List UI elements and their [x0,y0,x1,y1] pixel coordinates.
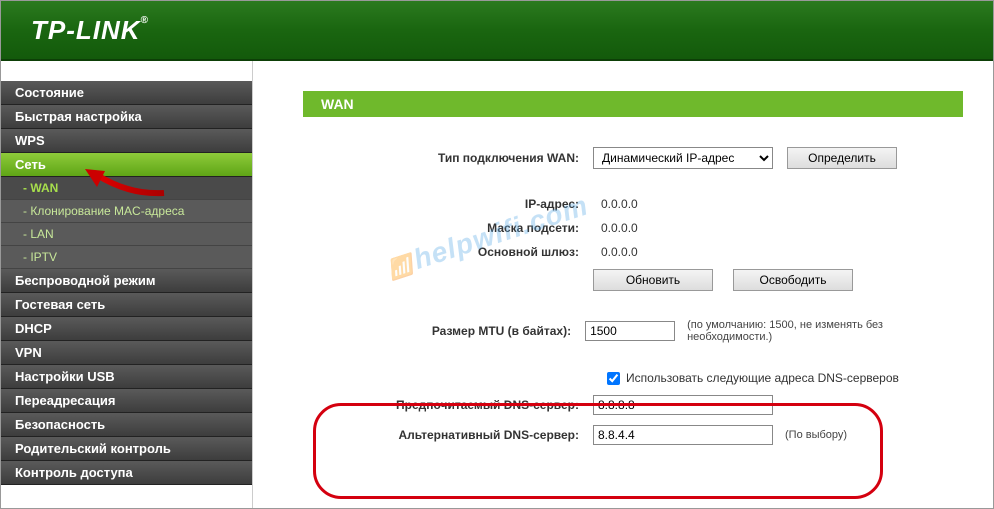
nav-wps[interactable]: WPS [1,129,252,153]
ip-value: 0.0.0.0 [593,197,638,211]
nav-sub-lan[interactable]: - LAN [1,223,252,246]
dns1-input[interactable] [593,395,773,415]
content-panel: WAN 📶helpwifi.com Тип подключения WAN: Д… [253,61,993,508]
use-dns-checkbox[interactable] [607,372,620,385]
nav-sub-wan[interactable]: - WAN [1,177,252,200]
panel-title: WAN [303,91,963,117]
nav-status[interactable]: Состояние [1,81,252,105]
ip-label: IP-адрес: [303,197,593,211]
nav-sub-mac-clone[interactable]: - Клонирование MAC-адреса [1,200,252,223]
annotation-highlight [313,403,883,499]
mask-value: 0.0.0.0 [593,221,638,235]
gw-value: 0.0.0.0 [593,245,638,259]
nav-parental[interactable]: Родительский контроль [1,437,252,461]
nav-forwarding[interactable]: Переадресация [1,389,252,413]
gw-label: Основной шлюз: [303,245,593,259]
nav-vpn[interactable]: VPN [1,341,252,365]
mtu-label: Размер MTU (в байтах): [303,324,585,338]
conn-type-label: Тип подключения WAN: [303,151,593,165]
nav-dhcp[interactable]: DHCP [1,317,252,341]
logo: TP-LINK® [31,15,149,46]
nav-network[interactable]: Сеть [1,153,252,177]
detect-button[interactable]: Определить [787,147,897,169]
conn-type-select[interactable]: Динамический IP-адрес [593,147,773,169]
nav-access-control[interactable]: Контроль доступа [1,461,252,485]
nav-sub-iptv[interactable]: - IPTV [1,246,252,269]
header: TP-LINK® [1,1,993,61]
nav-guest[interactable]: Гостевая сеть [1,293,252,317]
release-button[interactable]: Освободить [733,269,853,291]
nav-usb[interactable]: Настройки USB [1,365,252,389]
mask-label: Маска подсети: [303,221,593,235]
use-dns-label: Использовать следующие адреса DNS-сервер… [626,371,899,385]
sidebar: Состояние Быстрая настройка WPS Сеть - W… [1,61,253,508]
mtu-input[interactable] [585,321,675,341]
mtu-hint: (по умолчанию: 1500, не изменять без нео… [687,319,963,343]
dns2-label: Альтернативный DNS-сервер: [303,428,593,442]
nav-quick-setup[interactable]: Быстрая настройка [1,105,252,129]
dns1-label: Предпочитаемый DNS-сервер: [303,398,593,412]
nav-wireless[interactable]: Беспроводной режим [1,269,252,293]
nav-security[interactable]: Безопасность [1,413,252,437]
dns2-hint: (По выбору) [785,429,847,441]
dns2-input[interactable] [593,425,773,445]
renew-button[interactable]: Обновить [593,269,713,291]
